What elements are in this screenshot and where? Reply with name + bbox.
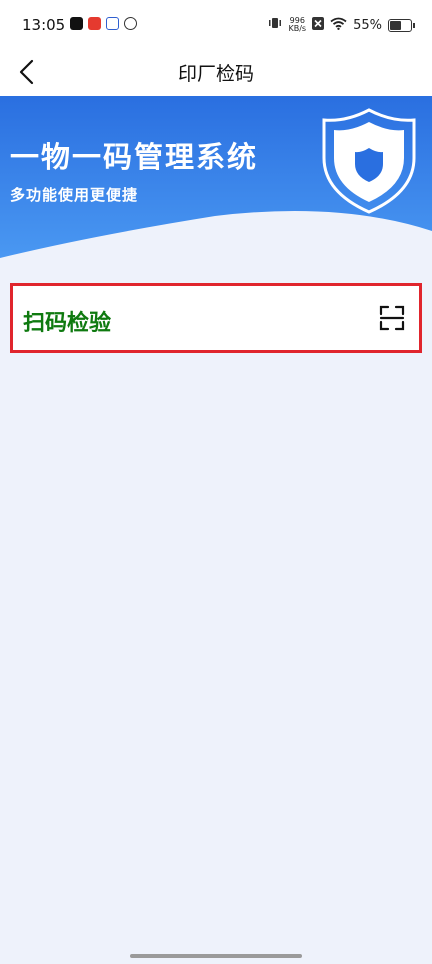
status-right-group: 996 KB/s 55% <box>268 16 415 34</box>
status-time: 13:05 <box>22 16 66 34</box>
no-sim-icon <box>312 16 325 34</box>
net-speed: 996 KB/s <box>288 17 306 33</box>
red-app-icon <box>88 17 101 30</box>
page-title: 印厂检码 <box>177 63 254 85</box>
tiktok-icon <box>70 17 83 30</box>
shield-icon <box>322 108 416 214</box>
banner: 一物一码管理系统 多功能使用更便捷 <box>0 96 432 266</box>
banner-subtitle: 多功能使用更便捷 <box>10 186 139 204</box>
banner-title: 一物一码管理系统 <box>10 140 259 174</box>
status-bar: 13:05 996 KB/s 55% <box>0 0 432 48</box>
scan-icon <box>379 305 405 331</box>
wifi-icon <box>330 17 347 34</box>
baidu-paw-icon <box>106 17 119 30</box>
scan-verify-label: 扫码检验 <box>23 311 112 336</box>
vibrate-icon <box>268 16 282 34</box>
net-speed-unit: KB/s <box>288 24 307 33</box>
battery-fill <box>390 20 401 30</box>
leaf-app-icon <box>124 17 137 30</box>
scan-verify-button[interactable]: 扫码检验 <box>10 283 422 353</box>
battery-icon <box>388 18 415 32</box>
nav-bar: 印厂检码 <box>0 48 432 96</box>
home-indicator[interactable] <box>130 954 302 958</box>
battery-percent: 55% <box>353 17 382 33</box>
